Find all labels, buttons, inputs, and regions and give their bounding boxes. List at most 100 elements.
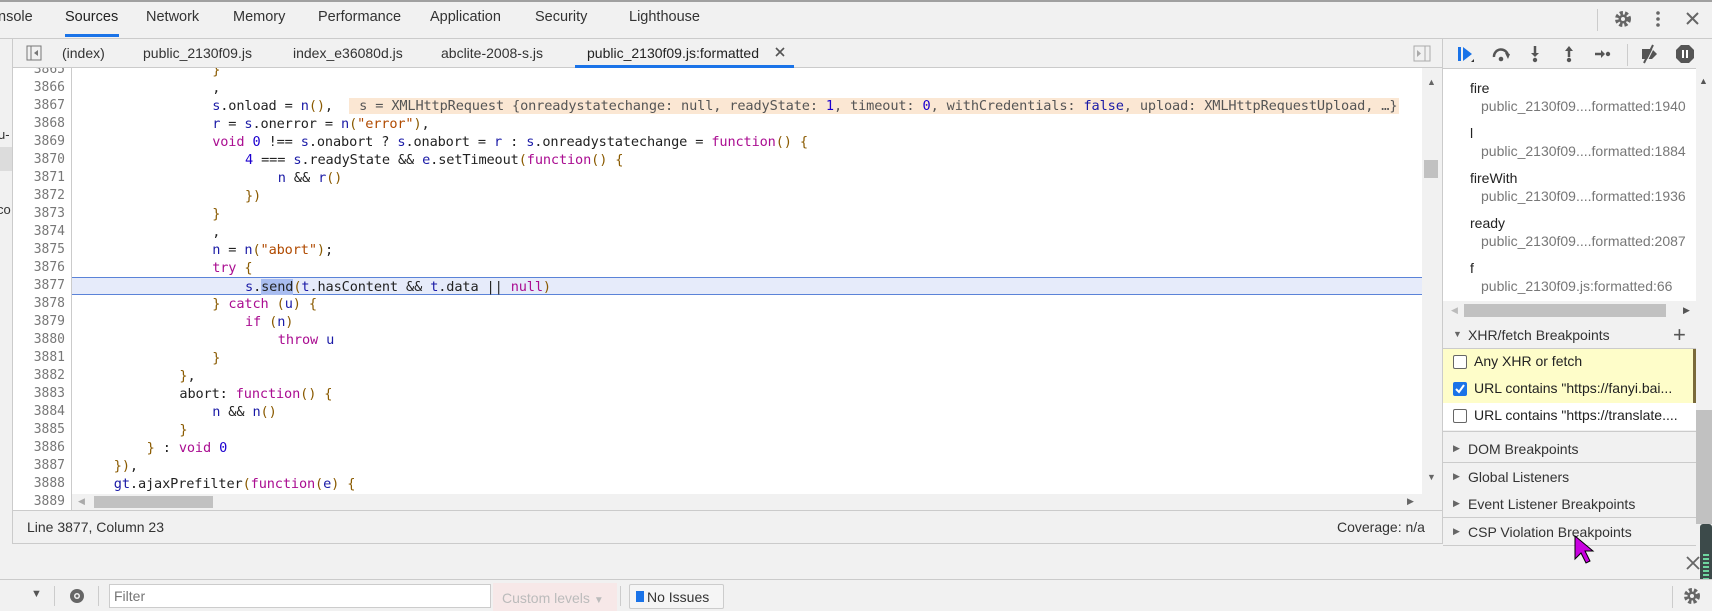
deactivate-breakpoints-icon[interactable]	[1638, 44, 1660, 64]
file-tab-public[interactable]: public_2130f09.js	[143, 45, 252, 61]
eye-icon[interactable]	[67, 587, 87, 605]
close-tab-icon[interactable]	[775, 47, 785, 57]
log-levels-dropdown[interactable]: Custom levels ▼	[493, 583, 617, 611]
call-frame[interactable]: fire public_2130f09....formatted:1940	[1443, 76, 1696, 122]
line-number[interactable]: 3867	[34, 97, 65, 115]
scrollbar-thumb[interactable]	[94, 496, 213, 508]
step-into-icon[interactable]	[1524, 44, 1546, 64]
issues-button[interactable]: No Issues	[629, 584, 724, 609]
xhr-breakpoint-item[interactable]: URL contains "https://translate....	[1443, 403, 1696, 430]
line-number[interactable]: 3865	[34, 68, 65, 79]
tab-sources[interactable]: Sources	[65, 9, 118, 25]
line-number[interactable]: 3888	[34, 475, 65, 493]
line-number[interactable]: 3878	[34, 295, 65, 313]
xhr-breakpoint-item[interactable]: URL contains "https://fanyi.bai...	[1443, 376, 1696, 403]
file-tab-public-formatted[interactable]: public_2130f09.js:formatted	[587, 45, 759, 61]
line-number[interactable]: 3889	[34, 493, 65, 510]
scroll-up-icon[interactable]: ▲	[1699, 76, 1708, 86]
sidebar-section-event-listener-breakpoints[interactable]: ▶ Event Listener Breakpoints	[1443, 490, 1696, 518]
line-number[interactable]: 3869	[34, 133, 65, 151]
line-number[interactable]: 3884	[34, 403, 65, 421]
scroll-down-icon[interactable]: ▼	[1427, 472, 1436, 482]
more-options-icon[interactable]	[1652, 10, 1664, 28]
line-number[interactable]: 3886	[34, 439, 65, 457]
close-devtools-icon[interactable]	[1685, 11, 1700, 26]
line-number[interactable]: 3881	[34, 349, 65, 367]
call-frame[interactable]: ready public_2130f09....formatted:2087	[1443, 211, 1696, 257]
line-number[interactable]: 3875	[34, 241, 65, 259]
line-number[interactable]: 3866	[34, 79, 65, 97]
frame-location[interactable]: public_2130f09....formatted:1884	[1481, 143, 1686, 159]
line-number[interactable]: 3882	[34, 367, 65, 385]
file-tab-abclite[interactable]: abclite-2008-s.js	[441, 45, 543, 61]
console-settings-gear-icon[interactable]	[1683, 587, 1701, 605]
scrollbar-thumb[interactable]	[1464, 304, 1666, 317]
frame-location[interactable]: public_2130f09....formatted:1936	[1481, 188, 1686, 204]
breakpoint-checkbox[interactable]	[1453, 355, 1467, 369]
line-number[interactable]: 3868	[34, 115, 65, 133]
callstack-vertical-scrollbar[interactable]: ▲	[1696, 76, 1712, 320]
pause-on-exceptions-icon[interactable]	[1674, 44, 1696, 64]
code-editor[interactable]: }, s.onload = n(), s = XMLHttpRequest {on…	[72, 68, 1422, 494]
call-frame[interactable]: fireWith public_2130f09....formatted:1936	[1443, 166, 1696, 212]
step-over-icon[interactable]	[1490, 44, 1512, 64]
scroll-right-icon[interactable]: ▶	[1683, 305, 1690, 316]
step-icon[interactable]	[1592, 44, 1614, 64]
inline-variable-value[interactable]: s = XMLHttpRequest {onreadystatechange: …	[349, 98, 1400, 114]
call-frame[interactable]: f public_2130f09.js:formatted:66	[1443, 256, 1696, 302]
xhr-breakpoints-header[interactable]: ▼ XHR/fetch Breakpoints +	[1443, 321, 1696, 349]
editor-horizontal-scrollbar[interactable]: ◀ ▶	[72, 494, 1422, 510]
line-number[interactable]: 3887	[34, 457, 65, 475]
line-number[interactable]: 3872	[34, 187, 65, 205]
sidebar-section-dom-breakpoints[interactable]: ▶ DOM Breakpoints	[1443, 431, 1696, 463]
file-tab-index-e36080d[interactable]: index_e36080d.js	[293, 45, 403, 61]
frame-location[interactable]: public_2130f09.js:formatted:66	[1481, 278, 1672, 294]
scroll-left-icon[interactable]: ◀	[78, 496, 85, 507]
sidebar-section-global-listeners[interactable]: ▶ Global Listeners	[1443, 463, 1696, 491]
line-number[interactable]: 3873	[34, 205, 65, 223]
line-number[interactable]: 3885	[34, 421, 65, 439]
frame-location[interactable]: public_2130f09....formatted:1940	[1481, 98, 1686, 114]
callstack-horizontal-scrollbar[interactable]: ◀ ▶	[1443, 301, 1696, 320]
tab-memory[interactable]: Memory	[233, 9, 285, 25]
toggle-debugger-sidebar-icon[interactable]	[1413, 45, 1431, 62]
line-number[interactable]: 3877	[34, 277, 65, 295]
tab-lighthouse[interactable]: Lighthouse	[629, 9, 700, 25]
line-number[interactable]: 3883	[34, 385, 65, 403]
line-number-gutter[interactable]: 3865 3866 3867 3868 3869 3870 3871 3872 3873 3874…	[13, 68, 72, 510]
toggle-navigator-icon[interactable]	[26, 45, 42, 61]
breakpoint-checkbox[interactable]	[1453, 382, 1467, 396]
scrollbar-thumb[interactable]	[1424, 160, 1438, 178]
tab-performance[interactable]: Performance	[318, 9, 401, 25]
line-number[interactable]: 3880	[34, 331, 65, 349]
sidebar-scrollbar-thumb[interactable]	[1696, 410, 1712, 524]
tab-security[interactable]: Security	[535, 9, 587, 25]
console-filter-input[interactable]	[109, 584, 491, 608]
scroll-right-icon[interactable]: ▶	[1407, 496, 1414, 507]
editor-vertical-scrollbar[interactable]: ▲ ▼	[1422, 68, 1440, 510]
coverage-status[interactable]: Coverage: n/a	[1337, 519, 1425, 535]
call-frame[interactable]: l public_2130f09....formatted:1884	[1443, 121, 1696, 167]
scroll-left-icon[interactable]: ◀	[1451, 305, 1458, 316]
line-number[interactable]: 3874	[34, 223, 65, 241]
tab-network[interactable]: Network	[146, 9, 199, 25]
line-number[interactable]: 3870	[34, 151, 65, 169]
selected-item[interactable]	[0, 147, 12, 171]
line-number[interactable]: 3876	[34, 259, 65, 277]
close-drawer-icon[interactable]	[1686, 556, 1700, 570]
frame-location[interactable]: public_2130f09....formatted:2087	[1481, 233, 1686, 249]
tab-console[interactable]: nsole	[0, 9, 33, 25]
breakpoint-checkbox[interactable]	[1453, 409, 1467, 423]
step-out-icon[interactable]	[1558, 44, 1580, 64]
scroll-up-icon[interactable]: ▲	[1427, 77, 1436, 87]
xhr-breakpoint-item[interactable]: Any XHR or fetch	[1443, 349, 1696, 376]
line-number[interactable]: 3871	[34, 169, 65, 187]
file-tab-index[interactable]: (index)	[62, 45, 105, 61]
tab-application[interactable]: Application	[430, 9, 501, 25]
console-sidebar-toggle-icon[interactable]: ▼	[31, 588, 42, 600]
sidebar-section-csp-violation-breakpoints[interactable]: ▶ CSP Violation Breakpoints	[1443, 518, 1696, 546]
add-breakpoint-icon[interactable]: +	[1673, 322, 1686, 348]
settings-gear-icon[interactable]	[1614, 10, 1632, 28]
resume-icon[interactable]	[1455, 44, 1477, 64]
line-number[interactable]: 3879	[34, 313, 65, 331]
